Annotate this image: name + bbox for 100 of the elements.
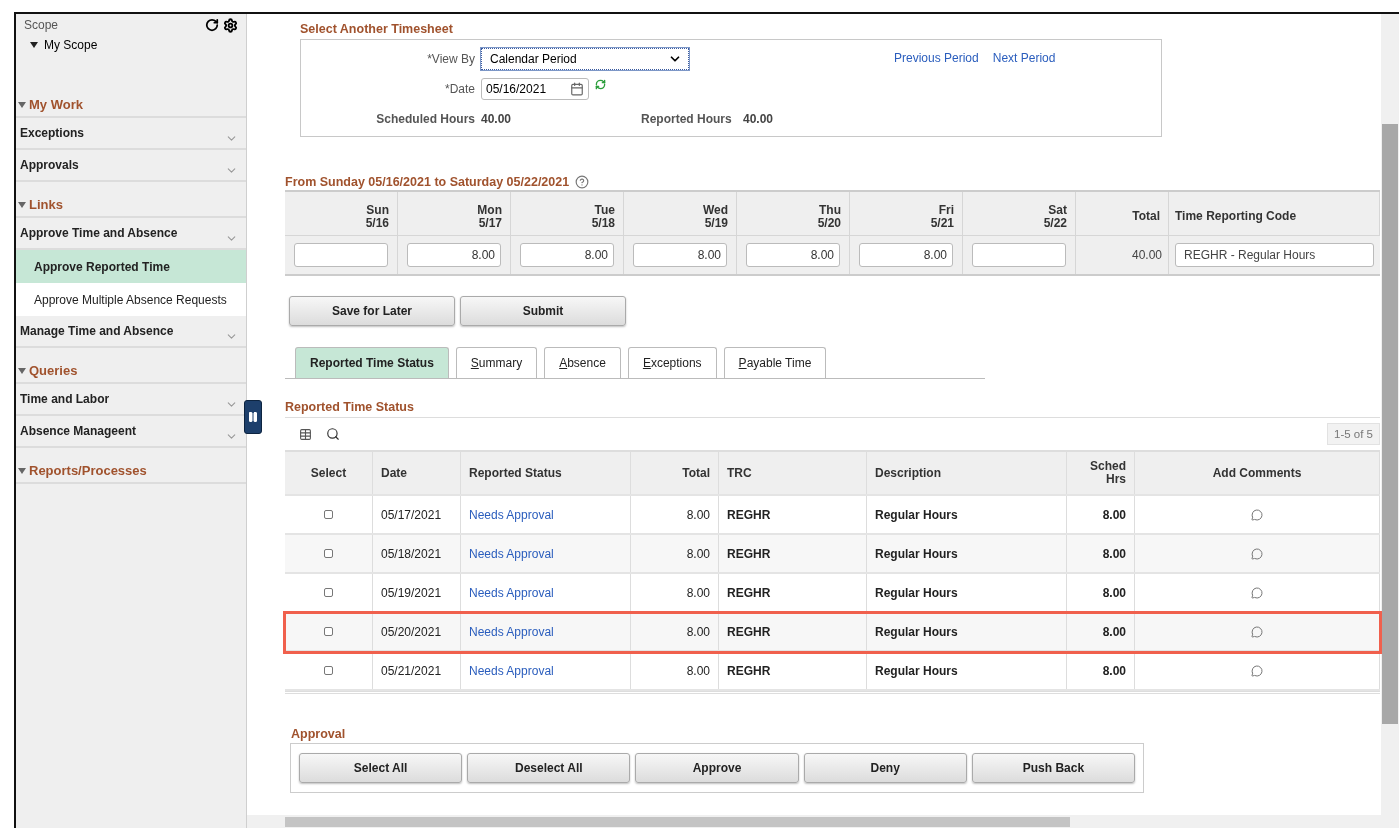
- column-header: Total: [1132, 210, 1160, 223]
- section-title: Approval: [291, 727, 347, 741]
- column-header: Description: [867, 452, 1067, 494]
- sidebar-item[interactable]: Manage Time and Absence: [16, 316, 246, 348]
- period-link[interactable]: Next Period: [992, 51, 1056, 65]
- table-cell: Regular Hours: [867, 613, 1067, 650]
- sidebar-item[interactable]: Approvals: [16, 150, 246, 182]
- hours-field[interactable]: 8.00: [746, 243, 840, 267]
- row-checkbox[interactable]: [324, 510, 333, 519]
- action-button[interactable]: Submit: [460, 296, 626, 326]
- comment-icon[interactable]: [1251, 586, 1263, 599]
- help-icon[interactable]: [575, 175, 590, 189]
- table-cell: 05/18/2021: [373, 535, 461, 572]
- tab[interactable]: Exceptions: [627, 347, 717, 378]
- calendar-icon[interactable]: [570, 82, 584, 96]
- row-checkbox[interactable]: [324, 627, 333, 636]
- section-heading[interactable]: Reports/Processes: [29, 463, 147, 478]
- hours-field[interactable]: [294, 243, 388, 267]
- column-header: Wed: [702, 203, 728, 217]
- table-cell: 8.00: [1067, 496, 1135, 533]
- hours-field[interactable]: 8.00: [633, 243, 727, 267]
- section-title: Reported Time Status: [285, 400, 415, 414]
- section-title: Select Another Timesheet: [300, 22, 454, 36]
- table-cell: Regular Hours: [867, 652, 1067, 689]
- comment-icon[interactable]: [1251, 664, 1263, 677]
- column-header: Fri: [938, 203, 954, 217]
- sidebar-item[interactable]: Approve Multiple Absence Requests: [16, 283, 246, 316]
- table-cell: Regular Hours: [867, 496, 1067, 533]
- approval-button[interactable]: Deselect All: [467, 753, 631, 783]
- search-icon[interactable]: [326, 427, 340, 441]
- column-header: Sat: [1048, 203, 1067, 217]
- column-header: Select: [285, 452, 373, 494]
- triangle-icon: [30, 42, 38, 48]
- hours-field[interactable]: 8.00: [859, 243, 953, 267]
- column-header: Sun: [366, 203, 389, 217]
- field-value: 40.00: [743, 112, 775, 126]
- field-value: 40.00: [481, 112, 512, 126]
- approval-button[interactable]: Push Back: [971, 753, 1135, 783]
- section-heading[interactable]: Links: [29, 197, 63, 212]
- date-field[interactable]: 05/16/2021: [481, 78, 589, 100]
- scope-label: Scope: [24, 18, 59, 32]
- refresh-icon[interactable]: [205, 17, 219, 32]
- status-link[interactable]: Needs Approval: [469, 663, 554, 678]
- table-cell: 05/20/2021: [373, 613, 461, 650]
- column-header: 5/22: [1043, 216, 1067, 230]
- view-by-select[interactable]: Calendar Period: [481, 48, 689, 70]
- field-label: Scheduled Hours: [376, 112, 476, 126]
- table-cell: 8.00: [1067, 535, 1135, 572]
- column-header: 5/19: [704, 216, 728, 230]
- trc-field[interactable]: REGHR - Regular Hours: [1175, 243, 1374, 267]
- column-header: Thu: [819, 203, 841, 217]
- hours-field[interactable]: 8.00: [520, 243, 614, 267]
- collapse-handle[interactable]: [244, 400, 262, 434]
- table-cell: REGHR: [719, 496, 867, 533]
- action-button[interactable]: Save for Later: [289, 296, 455, 326]
- tab[interactable]: Absence: [544, 347, 621, 378]
- field-label: Reported Hours: [641, 112, 733, 126]
- row-checkbox[interactable]: [324, 588, 333, 597]
- status-link[interactable]: Needs Approval: [469, 507, 554, 522]
- settings-icon[interactable]: [223, 17, 238, 33]
- week-title: From Sunday 05/16/2021 to Saturday 05/22/2021: [285, 175, 570, 189]
- horizontal-scrollbar[interactable]: [247, 815, 1381, 828]
- table-cell: 05/21/2021: [373, 652, 461, 689]
- row-checkbox[interactable]: [324, 666, 333, 675]
- section-heading[interactable]: My Work: [29, 97, 83, 112]
- field-label: *View By: [427, 52, 476, 66]
- table-cell: 8.00: [1067, 652, 1135, 689]
- approval-button[interactable]: Deny: [803, 753, 967, 783]
- sidebar-item[interactable]: Approve Reported Time: [16, 250, 246, 283]
- tab[interactable]: Payable Time: [723, 347, 827, 378]
- scope-item[interactable]: My Scope: [44, 38, 98, 52]
- column-header: Date: [373, 452, 461, 494]
- comment-icon[interactable]: [1251, 625, 1263, 638]
- column-header: Tue: [594, 203, 615, 217]
- status-link[interactable]: Needs Approval: [469, 585, 554, 600]
- approval-button[interactable]: Approve: [635, 753, 799, 783]
- table-cell: REGHR: [719, 652, 867, 689]
- comment-icon[interactable]: [1251, 508, 1263, 521]
- table-cell: 05/17/2021: [373, 496, 461, 533]
- column-header: Add Comments: [1135, 452, 1380, 494]
- column-header: Mon: [477, 203, 502, 217]
- column-header: Reported Status: [461, 452, 631, 494]
- table-cell: 8.00: [631, 496, 719, 533]
- section-heading[interactable]: Queries: [29, 363, 78, 378]
- approval-button[interactable]: Select All: [299, 753, 463, 783]
- pause-icon: [247, 411, 259, 423]
- tab[interactable]: Summary: [455, 347, 538, 378]
- grid-settings-icon[interactable]: [299, 427, 312, 441]
- total-value: 40.00: [1131, 248, 1162, 262]
- hours-field[interactable]: [972, 243, 1066, 267]
- column-header: Time Reporting Code: [1175, 210, 1297, 223]
- hours-field[interactable]: 8.00: [407, 243, 501, 267]
- sidebar-item[interactable]: Exceptions: [16, 118, 246, 150]
- vertical-scrollbar[interactable]: [1381, 14, 1399, 828]
- status-link[interactable]: Needs Approval: [469, 624, 554, 639]
- period-link[interactable]: Previous Period: [894, 51, 979, 65]
- tab[interactable]: Reported Time Status: [295, 347, 449, 378]
- status-link[interactable]: Needs Approval: [469, 546, 554, 561]
- comment-icon[interactable]: [1251, 547, 1263, 560]
- row-checkbox[interactable]: [324, 549, 333, 558]
